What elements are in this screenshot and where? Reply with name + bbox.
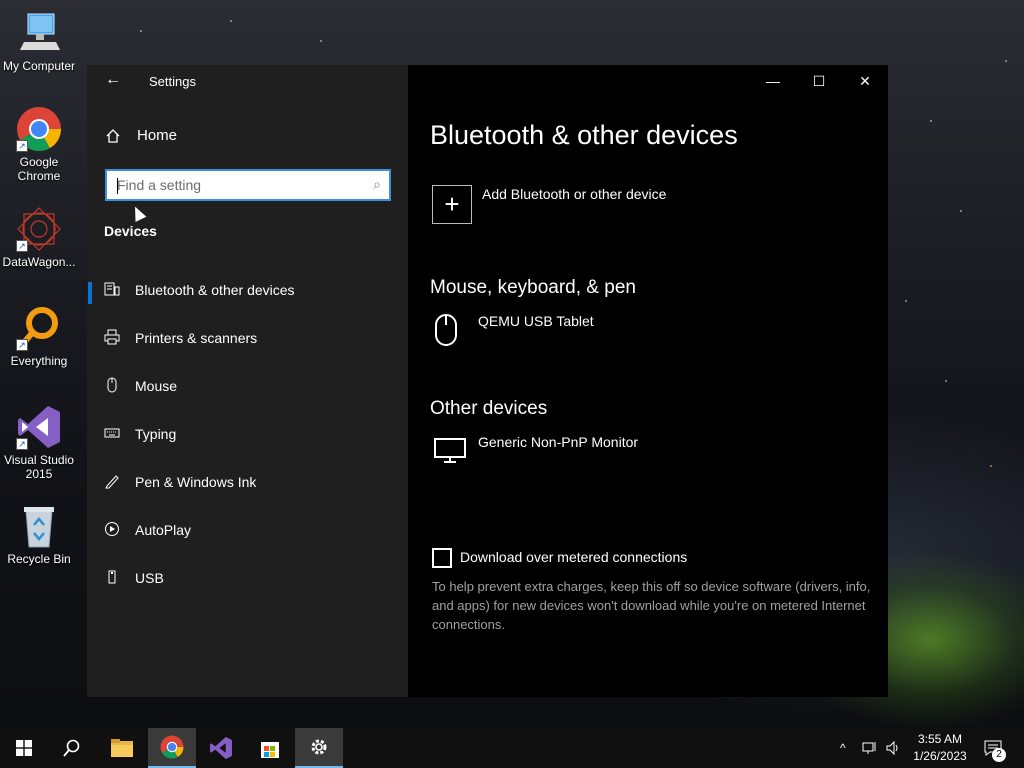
chrome-taskbar-button[interactable] (148, 728, 196, 768)
visual-studio-icon (210, 737, 232, 759)
nav-item-usb[interactable]: USB (87, 558, 408, 598)
nav-item-label: USB (135, 570, 164, 586)
desktop-icon-label: Visual Studio 2015 (4, 453, 74, 481)
shortcut-arrow-icon: ↗ (16, 240, 28, 252)
desktop-icon-label: Google Chrome (17, 155, 61, 183)
search-input[interactable]: Find a setting ⌕ (105, 169, 391, 201)
mouse-icon (87, 377, 135, 396)
taskbar-clock[interactable]: 3:55 AM 1/26/2023 (906, 731, 974, 765)
search-placeholder: Find a setting (117, 177, 202, 193)
nav-item-label: Bluetooth & other devices (135, 282, 295, 298)
section-heading: Devices (104, 223, 157, 239)
plus-icon: + (444, 189, 460, 219)
datawagon-icon: ↗ (16, 206, 62, 252)
device-generic-monitor[interactable]: Generic Non-PnP Monitor (478, 434, 638, 450)
metered-help-text: To help prevent extra charges, keep this… (432, 579, 871, 632)
desktop-icon-everything[interactable]: ↗ Everything (0, 305, 78, 368)
chrome-icon (160, 735, 184, 759)
visual-studio-icon: ↗ (16, 404, 62, 450)
keyboard-icon (87, 425, 135, 444)
settings-sidebar: ← Settings Home Find a setting ⌕ Devices… (87, 65, 408, 697)
home-icon (106, 128, 120, 143)
volume-icon[interactable] (886, 728, 902, 768)
clock-time: 3:55 AM (917, 732, 963, 746)
nav-item-label: AutoPlay (135, 522, 192, 538)
desktop-icon-datawagon[interactable]: ↗ DataWagon... (0, 206, 78, 269)
desktop-icon-label: DataWagon... (2, 255, 76, 269)
desktop-icon-my-computer[interactable]: My Computer (0, 10, 78, 73)
back-arrow-icon[interactable]: ← (103, 71, 123, 89)
notification-count-badge: 2 (992, 748, 1006, 762)
everything-icon: ↗ (16, 305, 62, 351)
add-device-label[interactable]: Add Bluetooth or other device (482, 186, 666, 202)
chrome-icon: ↗ (16, 106, 62, 152)
store-button[interactable] (246, 728, 294, 768)
desktop-icon-recycle-bin[interactable]: Recycle Bin (0, 503, 78, 566)
desktop-icon-label: My Computer (2, 59, 76, 73)
desktop-icon-label: Recycle Bin (7, 552, 71, 566)
taskbar: ^ 3:55 AM 1/26/2023 2 (0, 728, 1024, 768)
search-icon (63, 739, 80, 757)
nav-item-label: Pen & Windows Ink (135, 474, 257, 490)
tray-chevron-icon[interactable]: ^ (840, 728, 846, 768)
device-qemu-usb-tablet[interactable]: QEMU USB Tablet (478, 313, 594, 329)
home-label: Home (137, 127, 178, 144)
search-icon[interactable]: ⌕ (373, 176, 381, 193)
desktop-icon-label: Everything (10, 354, 68, 368)
printer-icon (87, 329, 135, 348)
network-icon[interactable] (862, 728, 878, 768)
usb-icon (87, 569, 135, 588)
computer-icon (16, 10, 62, 56)
minimize-button[interactable]: — (750, 65, 796, 97)
nav-item-mouse[interactable]: Mouse (87, 366, 408, 406)
text-cursor (117, 178, 118, 194)
windows-icon (16, 740, 32, 756)
search-button[interactable] (48, 728, 96, 768)
desktop-icon-google-chrome[interactable]: ↗ Google Chrome (0, 106, 78, 183)
maximize-button[interactable]: ☐ (796, 65, 842, 97)
desktop-icon-visual-studio[interactable]: ↗ Visual Studio 2015 (0, 404, 78, 481)
store-icon (261, 742, 279, 758)
add-device-button[interactable]: + (432, 185, 472, 224)
window-title: Settings (149, 74, 196, 89)
page-title: Bluetooth & other devices (430, 120, 738, 150)
shortcut-arrow-icon: ↗ (16, 339, 28, 351)
mouse-icon (434, 313, 458, 352)
folder-icon (111, 739, 133, 757)
pen-icon (87, 473, 135, 492)
autoplay-icon (87, 521, 135, 540)
recycle-bin-icon (16, 503, 62, 549)
settings-window: ← Settings Home Find a setting ⌕ Devices… (87, 65, 888, 697)
close-button[interactable]: ✕ (842, 65, 888, 97)
bluetooth-devices-icon (87, 281, 135, 300)
nav-item-printers[interactable]: Printers & scanners (87, 318, 408, 358)
other-devices-heading: Other devices (430, 398, 548, 419)
clock-date: 1/26/2023 (913, 749, 967, 763)
nav-item-pen[interactable]: Pen & Windows Ink (87, 462, 408, 502)
nav-item-autoplay[interactable]: AutoPlay (87, 510, 408, 550)
shortcut-arrow-icon: ↗ (16, 438, 28, 450)
gear-icon (311, 739, 327, 755)
settings-taskbar-button[interactable] (295, 728, 343, 768)
file-explorer-button[interactable] (98, 728, 146, 768)
shortcut-arrow-icon: ↗ (16, 140, 28, 152)
nav-item-label: Mouse (135, 378, 178, 394)
settings-content: — ☐ ✕ Bluetooth & other devices + Add Bl… (408, 65, 888, 697)
visual-studio-taskbar-button[interactable] (197, 728, 245, 768)
nav-item-bluetooth[interactable]: Bluetooth & other devices (87, 270, 408, 310)
start-button[interactable] (0, 728, 48, 768)
monitor-icon (434, 438, 466, 469)
nav-item-typing[interactable]: Typing (87, 414, 408, 454)
metered-checkbox[interactable] (432, 548, 452, 568)
nav-item-label: Typing (135, 426, 177, 442)
metered-label[interactable]: Download over metered connections (460, 549, 687, 565)
mouse-section-heading: Mouse, keyboard, & pen (430, 277, 636, 298)
home-nav-item[interactable]: Home (105, 127, 177, 144)
nav-item-label: Printers & scanners (135, 330, 258, 346)
